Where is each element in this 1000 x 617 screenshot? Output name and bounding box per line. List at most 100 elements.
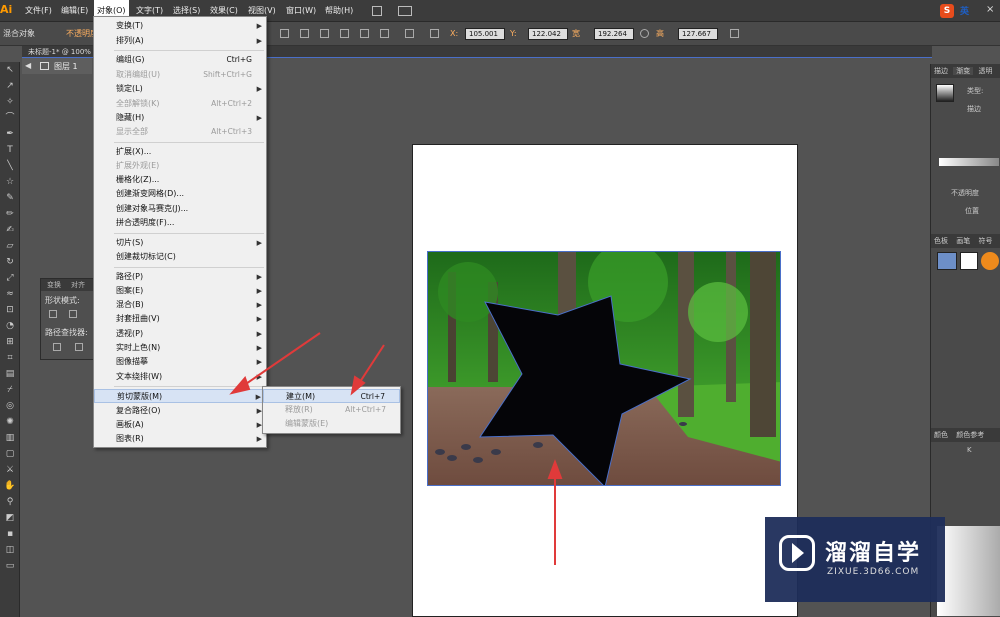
gradient-slider-bar[interactable] xyxy=(939,158,999,166)
symbol-swatch-1[interactable] xyxy=(937,252,957,270)
tab-color-guide[interactable]: 颜色参考 xyxy=(953,431,987,439)
menu-item-unlock-all[interactable]: 全部解锁(K) Alt+Ctrl+2 xyxy=(94,97,266,111)
distribute-icon[interactable] xyxy=(405,29,414,38)
type-tool-icon[interactable]: T xyxy=(0,142,20,158)
line-tool-icon[interactable]: ╲ xyxy=(0,158,20,174)
menu-item-artboards[interactable]: 画板(A) ▶ xyxy=(94,418,266,432)
menu-item-transform[interactable]: 变换(T) ▶ xyxy=(94,19,266,33)
magic-wand-tool-icon[interactable]: ✧ xyxy=(0,94,20,110)
menu-item-rasterize[interactable]: 栅格化(Z)... xyxy=(94,173,266,187)
menu-item-hide[interactable]: 隐藏(H) ▶ xyxy=(94,111,266,125)
minus-front-icon[interactable] xyxy=(69,310,77,318)
menu-item-path[interactable]: 路径(P) ▶ xyxy=(94,270,266,284)
menu-item-graph[interactable]: 图表(R) ▶ xyxy=(94,432,266,446)
menu-item-show-all[interactable]: 显示全部 Alt+Ctrl+3 xyxy=(94,125,266,139)
menu-item-slice[interactable]: 切片(S) ▶ xyxy=(94,236,266,250)
trim-icon[interactable] xyxy=(75,343,83,351)
menu-item-object-mosaic[interactable]: 创建对象马赛克(J)... xyxy=(94,202,266,216)
pen-tool-icon[interactable]: ✒ xyxy=(0,126,20,142)
color-ramp[interactable] xyxy=(937,526,1000,616)
submenu-item-release[interactable]: 释放(R) Alt+Ctrl+7 xyxy=(263,403,400,417)
menu-item-expand[interactable]: 扩展(X)... xyxy=(94,145,266,159)
width-field[interactable]: 192.264 xyxy=(594,28,634,40)
menu-window[interactable]: 窗口(W) xyxy=(283,0,319,22)
fill-stroke-icon[interactable]: ◩ xyxy=(0,510,20,526)
layer-name[interactable]: 图层 1 xyxy=(54,61,78,72)
menu-item-expand-appearance[interactable]: 扩展外观(E) xyxy=(94,159,266,173)
back-arrow-icon[interactable]: ◀ xyxy=(25,61,31,70)
menu-item-group[interactable]: 编组(G) Ctrl+G xyxy=(94,53,266,67)
menu-item-arrange[interactable]: 排列(A) ▶ xyxy=(94,34,266,48)
document-tab[interactable]: 未标题-1* @ 100% xyxy=(28,46,91,58)
color-mode-icon[interactable]: ▪ xyxy=(0,526,20,542)
align-top-icon[interactable] xyxy=(340,29,349,38)
menu-item-flatten-transparency[interactable]: 拼合透明度(F)... xyxy=(94,216,266,230)
menu-edit[interactable]: 编辑(E) xyxy=(58,0,91,22)
submenu-item-edit-mask[interactable]: 编辑蒙版(E) xyxy=(263,417,400,431)
blob-brush-tool-icon[interactable]: ✍ xyxy=(0,222,20,238)
direct-selection-tool-icon[interactable]: ↗ xyxy=(0,78,20,94)
window-close-icon[interactable]: × xyxy=(986,4,994,15)
ime-lang-label[interactable]: 英 xyxy=(960,4,969,17)
shape-builder-tool-icon[interactable]: ◔ xyxy=(0,318,20,334)
mesh-tool-icon[interactable]: ⌗ xyxy=(0,350,20,366)
align-center-icon[interactable] xyxy=(300,29,309,38)
y-field[interactable]: 122.042 xyxy=(528,28,568,40)
unite-icon[interactable] xyxy=(49,310,57,318)
menu-item-pattern[interactable]: 图案(E) ▶ xyxy=(94,284,266,298)
rotate-tool-icon[interactable]: ↻ xyxy=(0,254,20,270)
divide-icon[interactable] xyxy=(53,343,61,351)
align-left-icon[interactable] xyxy=(280,29,289,38)
tab-gradient[interactable]: 渐变 xyxy=(953,67,974,75)
menu-item-compound-path[interactable]: 复合路径(O) ▶ xyxy=(94,404,266,418)
menu-item-perspective[interactable]: 透视(P) ▶ xyxy=(94,327,266,341)
pencil-tool-icon[interactable]: ✏ xyxy=(0,206,20,222)
artboard-tool-icon[interactable]: ▢ xyxy=(0,446,20,462)
eyedropper-tool-icon[interactable]: ⌿ xyxy=(0,382,20,398)
tab-symbols[interactable]: 符号 xyxy=(975,237,995,245)
blend-tool-icon[interactable]: ◎ xyxy=(0,398,20,414)
selection-tool-icon[interactable]: ↖ xyxy=(0,62,20,78)
x-field[interactable]: 105.001 xyxy=(465,28,505,40)
warp-tool-icon[interactable]: ≈ xyxy=(0,286,20,302)
scale-tool-icon[interactable]: ⤢ xyxy=(0,270,20,286)
tab-transform[interactable]: 变换 xyxy=(47,279,61,291)
constrain-link-icon[interactable] xyxy=(640,29,649,38)
eraser-tool-icon[interactable]: ▱ xyxy=(0,238,20,254)
menu-item-crop-marks[interactable]: 创建裁切标记(C) xyxy=(94,250,266,264)
screen-mode-icon[interactable]: ▭ xyxy=(0,558,20,574)
menu-item-clipping-mask[interactable]: 剪切蒙版(M) ▶ xyxy=(94,389,266,403)
tab-transparency[interactable]: 透明 xyxy=(975,67,995,75)
menu-item-text-wrap[interactable]: 文本绕排(W) ▶ xyxy=(94,370,266,384)
ime-s-icon[interactable]: S xyxy=(940,4,954,18)
submenu-item-make[interactable]: 建立(M) Ctrl+7 xyxy=(263,389,400,403)
drawing-mode-icon[interactable]: ◫ xyxy=(0,542,20,558)
star-tool-icon[interactable]: ☆ xyxy=(0,174,20,190)
align-middle-icon[interactable] xyxy=(360,29,369,38)
lasso-tool-icon[interactable]: ⌒ xyxy=(0,110,20,126)
slice-tool-icon[interactable]: ⚔ xyxy=(0,462,20,478)
workspace-icon[interactable] xyxy=(398,6,412,16)
menu-item-lock[interactable]: 锁定(L) ▶ xyxy=(94,82,266,96)
tab-stroke[interactable]: 描边 xyxy=(931,67,951,75)
gradient-swatch[interactable] xyxy=(936,84,954,102)
transform-icon[interactable] xyxy=(730,29,739,38)
reference-point-icon[interactable] xyxy=(430,29,439,38)
free-transform-tool-icon[interactable]: ⊡ xyxy=(0,302,20,318)
symbol-sprayer-tool-icon[interactable]: ✺ xyxy=(0,414,20,430)
graph-tool-icon[interactable]: ▥ xyxy=(0,430,20,446)
paintbrush-tool-icon[interactable]: ✎ xyxy=(0,190,20,206)
symbol-swatch-2[interactable] xyxy=(960,252,978,270)
tab-brushes[interactable]: 画笔 xyxy=(953,237,973,245)
perspective-grid-tool-icon[interactable]: ⊞ xyxy=(0,334,20,350)
gradient-tool-icon[interactable]: ▤ xyxy=(0,366,20,382)
menu-item-live-paint[interactable]: 实时上色(N) ▶ xyxy=(94,341,266,355)
tab-color[interactable]: 颜色 xyxy=(931,431,951,439)
bridge-icon[interactable] xyxy=(372,6,382,16)
hand-tool-icon[interactable]: ✋ xyxy=(0,478,20,494)
menu-item-blend[interactable]: 混合(B) ▶ xyxy=(94,298,266,312)
symbol-swatch-3[interactable] xyxy=(981,252,999,270)
menu-item-envelope-distort[interactable]: 封套扭曲(V) ▶ xyxy=(94,312,266,326)
menu-item-image-trace[interactable]: 图像描摹 ▶ xyxy=(94,355,266,369)
placed-photo[interactable] xyxy=(427,251,781,486)
